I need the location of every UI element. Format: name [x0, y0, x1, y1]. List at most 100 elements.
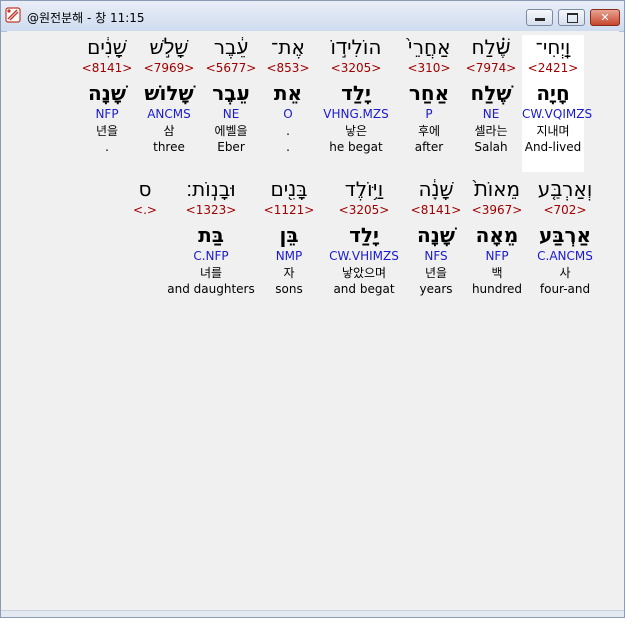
english-gloss: hundred: [471, 282, 523, 296]
hebrew-lemma: יָלַד: [349, 223, 379, 247]
strong-number[interactable]: <.>: [125, 203, 165, 219]
hebrew-word: מֵאוֹת֙: [473, 177, 521, 201]
parsing-code: NE: [482, 107, 500, 121]
hebrew-lemma: שֶׁלַח: [470, 81, 512, 105]
hebrew-word: אֶת־: [271, 35, 305, 59]
word-cell[interactable]: שָׁנִ֔ים <8141> שָׁנָה NFP 년을 .: [76, 35, 138, 156]
word-cell[interactable]: שָׁל֣שׁ <7969> שָׁלוֹשׁ ANCMS 삼 three: [138, 35, 200, 156]
korean-gloss: 후에: [417, 124, 441, 138]
hebrew-word: ס: [138, 177, 152, 201]
hebrew-lemma: בֵּן: [279, 223, 299, 247]
parsing-code: VHNG.MZS: [323, 107, 389, 121]
word-cell[interactable]: הוֹלִיד֣וֹ <3205> יָלַד VHNG.MZS 낳은 he b…: [320, 35, 392, 156]
hebrew-lemma: אַרְבַּע: [538, 223, 592, 247]
strong-number[interactable]: <3205>: [320, 61, 392, 77]
word-cell[interactable]: מֵאוֹת֙ <3967> מֵאָה NFP 백 hundred: [466, 177, 528, 298]
strong-number[interactable]: <853>: [262, 61, 314, 77]
window-bottom-border: [1, 610, 624, 617]
minimize-button[interactable]: [526, 9, 553, 26]
hebrew-lemma: יָלַד: [341, 81, 371, 105]
parsing-code: NE: [222, 107, 240, 121]
korean-gloss: 년을: [95, 124, 119, 138]
strong-number[interactable]: <7974>: [460, 61, 522, 77]
hebrew-word: שֶׁ֗לַח: [471, 35, 511, 59]
hebrew-word: הוֹלִיד֣וֹ: [330, 35, 382, 59]
strong-number[interactable]: <3967>: [466, 203, 528, 219]
parsing-code: NMP: [275, 249, 303, 263]
close-button[interactable]: ✕: [590, 9, 620, 26]
english-gloss: .: [105, 140, 109, 154]
word-cell[interactable]: וּבָנֽוֹת׃ <1323> בַּת C.NFP 녀를 and daug…: [167, 177, 255, 298]
window-title: @원전분해 - 창 11:15: [27, 11, 145, 25]
strong-number[interactable]: <7969>: [138, 61, 200, 77]
scroll-icon[interactable]: [5, 7, 21, 23]
title-bar[interactable]: @원전분해 - 창 11:15 ✕: [1, 1, 624, 32]
word-cell[interactable]: עֵ֔בֶר <5677> עֵבֶר NE 에벨을 Eber: [200, 35, 262, 156]
interlinear-view[interactable]: וַֽיְחִי־ <2421> חָיָה CW.VQIMZS 지내며 And…: [7, 31, 619, 611]
hebrew-word: וְאַרְבַּ֤ע: [537, 177, 593, 201]
strong-number[interactable]: <310>: [398, 61, 460, 77]
maximize-button[interactable]: [558, 9, 585, 26]
korean-gloss: 셀라는: [474, 124, 508, 138]
english-gloss: after: [414, 140, 444, 154]
parsing-code: C.ANCMS: [537, 249, 593, 263]
korean-gloss: 낳은: [344, 124, 368, 138]
hebrew-word: אַחֲרֵי֙: [407, 35, 451, 59]
word-cell[interactable]: שָׁנָ֔ה <8141> שָׁנָה NFS 년을 years: [407, 177, 465, 298]
hebrew-word: וּבָנֽוֹת׃: [186, 177, 236, 201]
hebrew-word: עֵ֔בֶר: [213, 35, 249, 59]
hebrew-lemma: עֵבֶר: [212, 81, 250, 105]
korean-gloss: .: [286, 124, 290, 138]
english-gloss: And-lived: [524, 140, 582, 154]
strong-number[interactable]: <1323>: [167, 203, 255, 219]
hebrew-word: שָׁנָ֔ה: [418, 177, 454, 201]
hebrew-word: בָּנִ֖ים: [270, 177, 308, 201]
korean-gloss: 삼: [163, 124, 175, 138]
hebrew-lemma: חָיָה: [536, 81, 570, 105]
word-cell[interactable]: שֶׁ֗לַח <7974> שֶׁלַח NE 셀라는 Salah: [460, 35, 522, 156]
hebrew-word: וַיּ֥וֹלֶד: [344, 177, 384, 201]
strong-number[interactable]: <8141>: [407, 203, 465, 219]
english-gloss: sons: [275, 282, 303, 296]
word-cell[interactable]: אַחֲרֵי֙ <310> אַחַר P 후에 after: [398, 35, 460, 156]
korean-gloss: 지내며: [536, 124, 570, 138]
strong-number[interactable]: <3205>: [322, 203, 406, 219]
english-gloss: four-and: [539, 282, 591, 296]
english-gloss: and daughters: [167, 282, 255, 296]
korean-gloss: 낳았으며: [341, 266, 387, 280]
parsing-code: CW.VHIMZS: [329, 249, 399, 263]
english-gloss: Eber: [217, 140, 245, 154]
korean-gloss: 백: [491, 266, 503, 280]
hebrew-lemma: בַּת: [198, 223, 224, 247]
hebrew-word: וַֽיְחִי־: [535, 35, 571, 59]
hebrew-lemma: אֵת: [273, 81, 303, 105]
hebrew-lemma: שָׁנָה: [417, 223, 455, 247]
close-icon: ✕: [600, 11, 610, 24]
strong-number[interactable]: <2421>: [522, 61, 584, 77]
word-cell[interactable]: וַיּ֥וֹלֶד <3205> יָלַד CW.VHIMZS 낳았으며 a…: [322, 177, 406, 298]
hebrew-lemma: שָׁלוֹשׁ: [144, 81, 194, 105]
parsing-code: P: [425, 107, 433, 121]
korean-gloss: 에벨을: [214, 124, 248, 138]
word-cell[interactable]: ס <.>: [125, 177, 165, 219]
word-cell[interactable]: אֶת־ <853> אֵת O . .: [262, 35, 314, 156]
word-cell[interactable]: בָּנִ֖ים <1121> בֵּן NMP 자 sons: [258, 177, 320, 298]
korean-gloss: 녀를: [199, 266, 223, 280]
english-gloss: three: [153, 140, 185, 154]
english-gloss: and begat: [333, 282, 395, 296]
english-gloss: .: [286, 140, 290, 154]
parsing-code: C.NFP: [193, 249, 229, 263]
parsing-code: CW.VQIMZS: [522, 107, 593, 121]
english-gloss: he begat: [329, 140, 383, 154]
parsing-code: NFS: [424, 249, 448, 263]
hebrew-lemma: אַחַר: [408, 81, 450, 105]
parsing-code: O: [283, 107, 293, 121]
strong-number[interactable]: <702>: [534, 203, 596, 219]
strong-number[interactable]: <5677>: [200, 61, 262, 77]
word-cell[interactable]: וְאַרְבַּ֤ע <702> אַרְבַּע C.ANCMS 사 fou…: [534, 177, 596, 298]
strong-number[interactable]: <1121>: [258, 203, 320, 219]
parsing-code: NFP: [485, 249, 509, 263]
word-cell[interactable]: וַֽיְחִי־ <2421> חָיָה CW.VQIMZS 지내며 And…: [522, 35, 593, 172]
korean-gloss: 사: [559, 266, 571, 280]
strong-number[interactable]: <8141>: [76, 61, 138, 77]
